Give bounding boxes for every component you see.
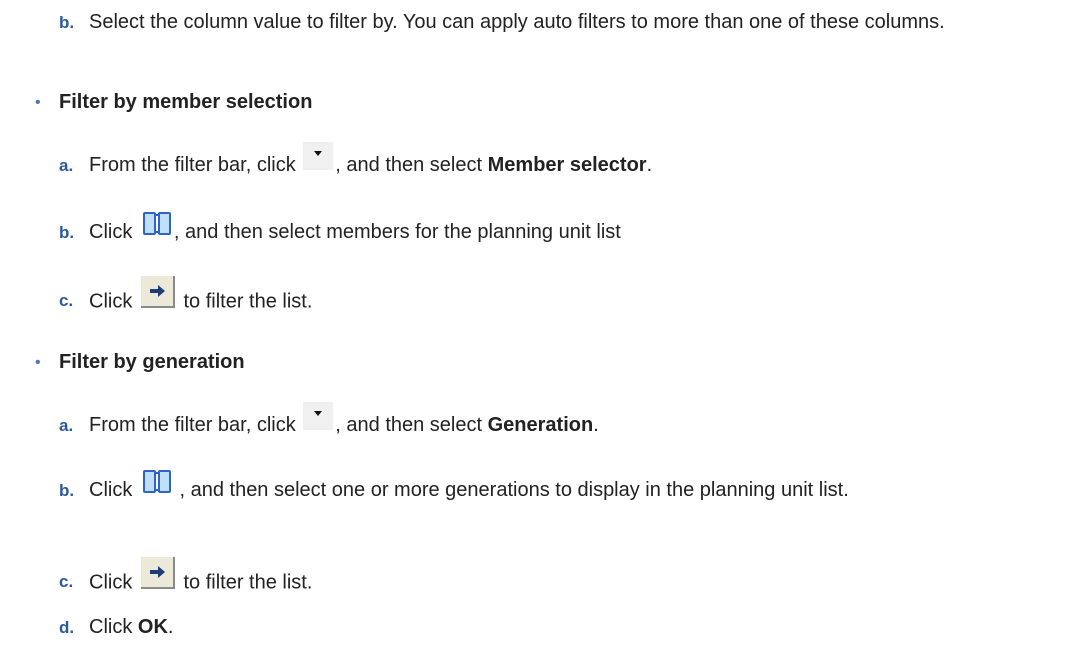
step-text: , and then select xyxy=(335,154,483,176)
step-letter: c. xyxy=(59,291,74,310)
step-letter: a. xyxy=(59,156,74,175)
member-selector-icon[interactable] xyxy=(141,467,171,495)
member-selector-icon[interactable] xyxy=(141,209,171,237)
step-letter: a. xyxy=(59,416,74,435)
bullet-icon: • xyxy=(35,354,41,371)
step-text: , and then select one or more generation… xyxy=(179,479,849,501)
step-letter: b. xyxy=(59,481,75,500)
step-text: From the filter bar, click xyxy=(89,154,296,176)
step-text: Click xyxy=(89,571,133,594)
step-letter: c. xyxy=(59,572,74,591)
step-letter: b. xyxy=(59,223,75,242)
step-text: to filter the list. xyxy=(183,571,313,594)
step-text: Select the column value to filter by. Yo… xyxy=(89,11,945,33)
ui-label-generation: Generation xyxy=(487,414,594,436)
step-text: , and then select xyxy=(335,414,483,436)
section-title-generation: Filter by generation xyxy=(59,351,245,373)
step-letter: b. xyxy=(59,13,75,32)
step-text: Click xyxy=(89,221,133,243)
step-text: Click xyxy=(89,479,133,501)
dropdown-arrow-icon[interactable] xyxy=(303,141,334,170)
go-arrow-icon[interactable] xyxy=(140,276,175,308)
step-text: Click xyxy=(89,290,133,313)
step-text: , and then select members for the planni… xyxy=(173,221,621,243)
ui-label-ok: OK xyxy=(137,616,168,638)
go-arrow-icon[interactable] xyxy=(140,557,175,589)
step-letter: d. xyxy=(59,618,75,637)
section-title-member: Filter by member selection xyxy=(59,91,313,113)
dropdown-arrow-icon[interactable] xyxy=(303,401,334,430)
step-text: From the filter bar, click xyxy=(89,414,296,436)
ui-label-member-selector: Member selector xyxy=(487,154,647,176)
bullet-icon: • xyxy=(35,94,41,111)
step-text: to filter the list. xyxy=(183,290,313,313)
step-text: Click xyxy=(89,616,133,638)
